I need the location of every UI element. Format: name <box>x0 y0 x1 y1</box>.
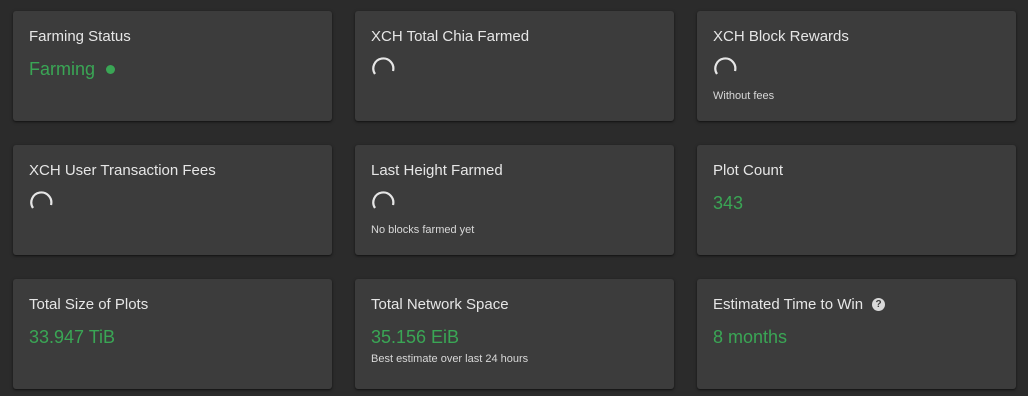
loading-spinner-icon <box>372 191 395 209</box>
farming-status-value: Farming <box>29 59 116 80</box>
card-title: Farming Status <box>29 28 131 45</box>
card-title-row: Estimated Time to Win ? <box>713 296 886 313</box>
total-network-space-card: Total Network Space 35.156 EiB Best esti… <box>355 279 674 389</box>
estimated-time-to-win-card: Estimated Time to Win ? 8 months <box>697 279 1016 389</box>
plot-count-value: 343 <box>713 193 744 213</box>
farming-dashboard: Farming Status Farming XCH Total Chia Fa… <box>0 0 1028 396</box>
total-size-value: 33.947 TiB <box>29 327 116 347</box>
total-chia-farmed-card: XCH Total Chia Farmed <box>355 11 674 121</box>
card-title: XCH Total Chia Farmed <box>371 28 530 45</box>
card-title: Total Network Space <box>371 296 509 313</box>
loading-spinner-icon <box>372 57 395 75</box>
card-title: Estimated Time to Win <box>713 296 864 313</box>
block-rewards-card: XCH Block Rewards Without fees <box>697 11 1016 121</box>
time-to-win-value: 8 months <box>713 327 788 347</box>
total-size-of-plots-card: Total Size of Plots 33.947 TiB <box>13 279 332 389</box>
plot-count-card: Plot Count 343 <box>697 145 1016 255</box>
loading-spinner-icon <box>30 191 53 209</box>
card-title: XCH User Transaction Fees <box>29 162 216 179</box>
farming-status-card: Farming Status Farming <box>13 11 332 121</box>
status-text: Farming <box>29 59 96 79</box>
status-dot-icon <box>106 65 116 74</box>
card-title: XCH Block Rewards <box>713 28 849 45</box>
card-title: Plot Count <box>713 162 784 179</box>
card-title: Last Height Farmed <box>371 162 503 179</box>
card-title: Total Size of Plots <box>29 296 149 313</box>
card-caption: No blocks farmed yet <box>371 224 475 236</box>
card-caption: Best estimate over last 24 hours <box>371 353 529 365</box>
user-transaction-fees-card: XCH User Transaction Fees <box>13 145 332 255</box>
help-circle-icon[interactable]: ? <box>872 298 886 311</box>
last-height-farmed-card: Last Height Farmed No blocks farmed yet <box>355 145 674 255</box>
network-space-value: 35.156 EiB <box>371 327 460 347</box>
loading-spinner-icon <box>714 57 737 75</box>
card-caption: Without fees <box>713 90 775 102</box>
